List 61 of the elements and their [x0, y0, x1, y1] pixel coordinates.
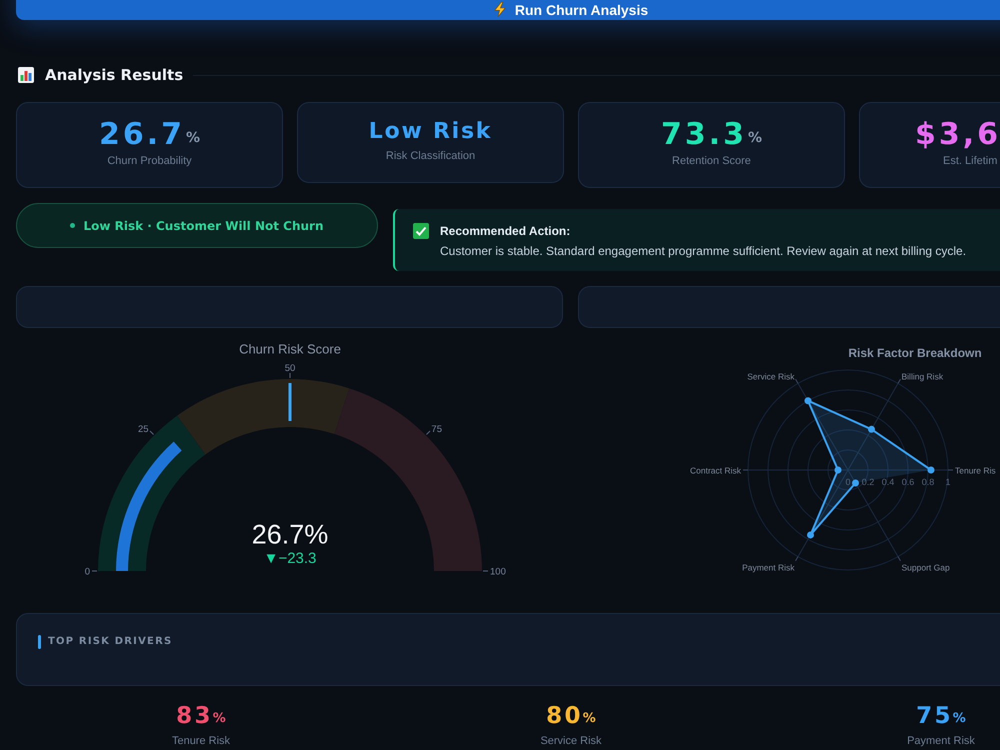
unit-label: %: [212, 712, 226, 724]
tick-label: 0.4: [882, 477, 894, 487]
metric-value: 26.7: [98, 120, 185, 150]
data-point: [852, 480, 859, 486]
axis-label: Billing Risk: [902, 371, 944, 382]
risk-status-label: Low Risk · Customer Will Not Churn: [83, 218, 324, 234]
unit-label: %: [748, 130, 762, 144]
axis-label: Service Risk: [747, 371, 794, 382]
driver-label: Payment Risk: [907, 734, 975, 748]
metric-label: Risk Classification: [386, 149, 476, 163]
metric-label: Retention Score: [672, 154, 751, 168]
data-point: [868, 426, 875, 433]
axis-label: Support Gap: [902, 562, 950, 573]
section-heading: TOP RISK DRIVERS: [48, 635, 172, 649]
tick-label: 0: [84, 566, 90, 578]
tick-label: 25: [138, 424, 149, 436]
driver-value: 83: [176, 704, 213, 728]
bar-chart-icon: [18, 67, 34, 83]
checkbox-checked-icon: [413, 223, 429, 239]
lightning-icon: [494, 2, 506, 17]
data-point: [834, 466, 842, 474]
tick-label: 0.2: [862, 477, 874, 487]
data-point: [807, 531, 814, 538]
recommendation-title: Recommended Action:: [440, 223, 572, 239]
chart-title: Churn Risk Score: [239, 342, 341, 356]
tick-mark: [92, 570, 97, 572]
unit-label: %: [582, 712, 596, 724]
tick-mark: [426, 430, 430, 435]
chart-title: Risk Factor Breakdown: [848, 346, 982, 360]
tick-label: 0: [846, 477, 850, 487]
driver-label: Tenure Risk: [172, 734, 230, 748]
status-dot-icon: [70, 223, 76, 228]
data-point: [928, 466, 934, 474]
run-analysis-button[interactable]: Run Churn Analysis: [16, 0, 1000, 20]
metric-value: 73.3: [660, 120, 747, 150]
axis-label: Contract Risk: [690, 466, 741, 476]
metric-value: $3,6: [915, 120, 1000, 150]
tick-mark: [483, 570, 488, 572]
accent-bar: [38, 635, 41, 649]
recommendation-text: Customer is stable. Standard engagement programme sufficient. Review again at next billing cycle.: [440, 243, 966, 259]
driver-value: 75: [916, 704, 953, 728]
tick-label: 50: [284, 363, 296, 374]
metric-value: Low Risk: [368, 121, 492, 143]
tick-mark: [150, 430, 154, 435]
delta-value: ▼−23.3: [264, 550, 316, 567]
driver-label: Service Risk: [540, 734, 602, 748]
metric-label: Est. Lifetim: [942, 154, 998, 168]
data-point: [804, 397, 812, 404]
tick-label: 100: [490, 566, 506, 578]
unit-label: %: [952, 712, 966, 724]
tick-label: 0.6: [902, 477, 914, 487]
tick-label: 75: [431, 424, 442, 436]
gauge-value: 26.7%: [252, 520, 328, 550]
unit-label: %: [186, 130, 200, 144]
tick-label: 0.8: [922, 477, 934, 487]
section-title: Analysis Results: [45, 64, 184, 86]
axis-label: Payment Risk: [742, 562, 794, 573]
driver-value: 80: [546, 704, 583, 728]
axis-label: Tenure Ris: [955, 466, 996, 476]
metric-label: Churn Probability: [107, 154, 192, 168]
tick-label: 1: [946, 477, 950, 487]
